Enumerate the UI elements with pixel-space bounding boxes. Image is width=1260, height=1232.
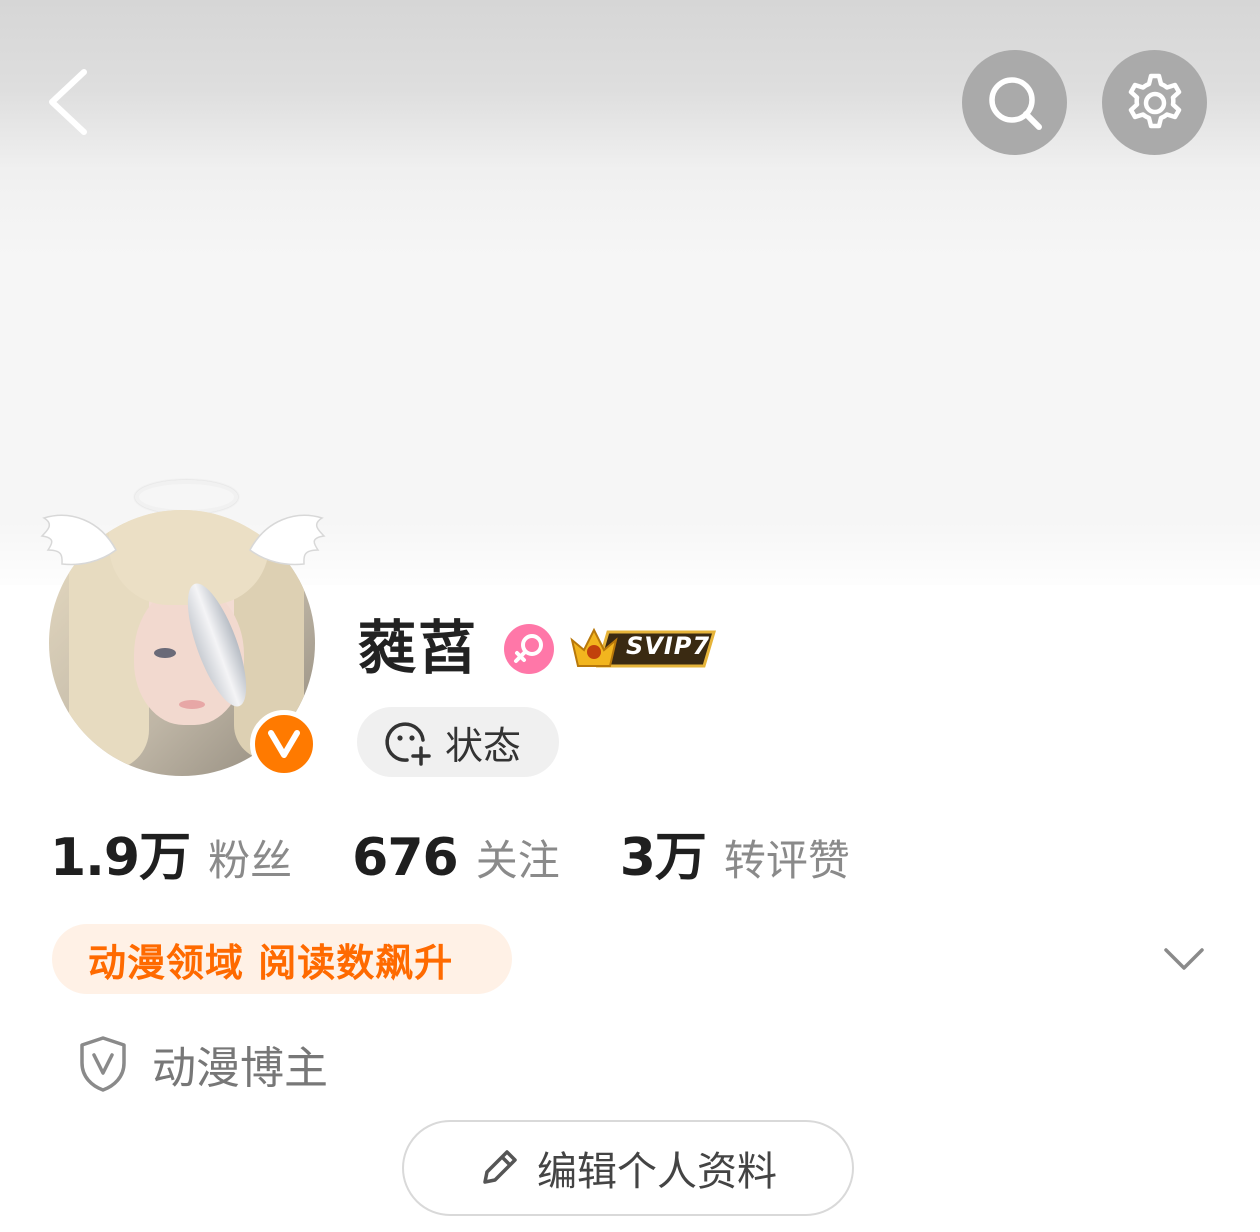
stat-value: 1.9万 — [50, 828, 191, 888]
wing-right-decoration — [249, 514, 326, 566]
wing-left-decoration — [40, 514, 117, 566]
avatar-eye — [154, 648, 176, 658]
pencil-icon — [483, 1150, 517, 1184]
stat-label: 粉丝 — [208, 836, 293, 885]
stat-value: 676 — [352, 828, 459, 888]
chevron-left-icon — [49, 69, 87, 135]
verified-badge — [250, 710, 318, 778]
username: 蕤蓞 — [358, 614, 479, 682]
settings-button[interactable] — [1102, 50, 1207, 155]
gear-icon — [1128, 73, 1181, 128]
female-icon — [514, 634, 543, 663]
halo-decoration — [135, 480, 238, 514]
trend-tag-text: 动漫领域 阅读数飙升 — [88, 940, 454, 985]
add-status-icon — [385, 722, 431, 766]
search-icon — [988, 76, 1042, 130]
stat-following[interactable]: 676 关注 — [352, 827, 560, 888]
role-text: 动漫博主 — [152, 1043, 328, 1094]
back-button[interactable] — [40, 62, 100, 142]
stat-value: 3万 — [619, 828, 707, 888]
search-button[interactable] — [962, 50, 1067, 155]
stat-label: 关注 — [475, 836, 560, 885]
chevron-down-icon[interactable] — [1160, 940, 1208, 980]
stat-label: 转评赞 — [723, 836, 850, 885]
shield-v-icon — [80, 1036, 126, 1092]
trend-tag[interactable]: 动漫领域 阅读数飙升 — [52, 924, 512, 994]
gender-badge — [504, 624, 554, 674]
status-button[interactable]: 状态 — [357, 707, 559, 777]
stat-interactions[interactable]: 3万 转评赞 — [620, 815, 850, 890]
stat-followers[interactable]: 1.9万 粉丝 — [50, 815, 292, 890]
edit-profile-button[interactable]: 编辑个人资料 — [402, 1120, 854, 1216]
stats-row: 1.9万 粉丝 676 关注 3万 转评赞 — [50, 815, 910, 888]
avatar-frame[interactable] — [40, 470, 330, 790]
status-label: 状态 — [445, 723, 522, 768]
avatar-lips — [179, 700, 205, 709]
v-verified-icon — [268, 730, 300, 758]
svip-badge[interactable]: SVIP7 — [568, 624, 718, 672]
edit-profile-label: 编辑个人资料 — [537, 1149, 777, 1195]
svip-label: SVIP7 — [626, 632, 711, 660]
role-row: 动漫博主 — [78, 1032, 328, 1096]
